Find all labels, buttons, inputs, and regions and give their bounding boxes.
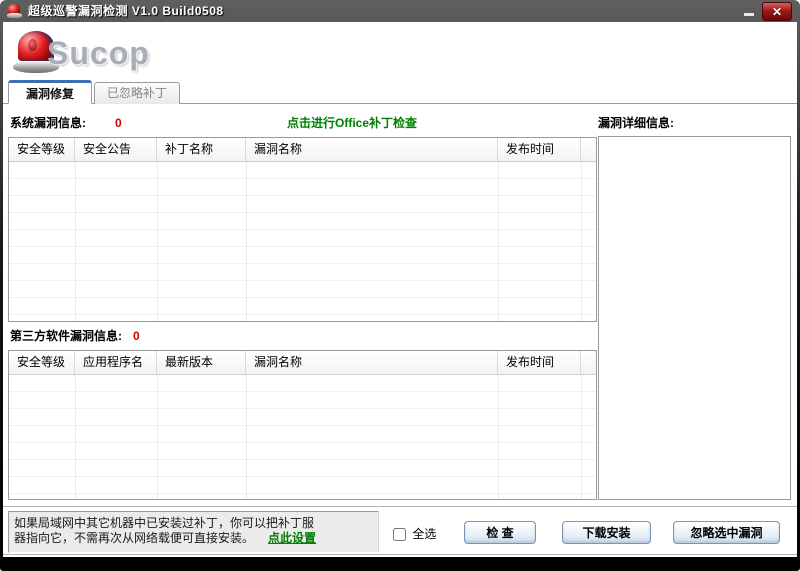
system-vuln-count: 0: [115, 114, 122, 132]
office-check-link[interactable]: 点击进行Office补丁检查: [287, 114, 417, 132]
vuln-detail-panel[interactable]: [598, 136, 791, 500]
select-all-control[interactable]: 全选: [393, 525, 436, 539]
brand-text: Sucop: [47, 35, 150, 72]
column-header-vuln-name[interactable]: 漏洞名称: [246, 351, 498, 374]
vuln-detail-label: 漏洞详细信息:: [598, 114, 674, 132]
ignore-selected-button[interactable]: 忽略选中漏洞: [673, 521, 780, 544]
thirdparty-table-header[interactable]: 安全等级 应用程序名 最新版本 漏洞名称 发布时间: [9, 351, 596, 375]
siren-app-icon: [7, 4, 22, 18]
select-all-label: 全选: [412, 527, 436, 541]
tab-vulnerability-fix[interactable]: 漏洞修复: [8, 80, 92, 104]
window-title: 超级巡警漏洞检测 V1.0 Build0508: [28, 0, 224, 22]
minimize-icon: [744, 13, 754, 16]
column-header-security-level[interactable]: 安全等级: [9, 351, 75, 374]
column-header-security-level[interactable]: 安全等级: [9, 138, 75, 161]
column-header-patch-name[interactable]: 补丁名称: [157, 138, 246, 161]
check-button[interactable]: 检 查: [464, 521, 536, 544]
download-install-button[interactable]: 下载安装: [562, 521, 651, 544]
column-header-app-name[interactable]: 应用程序名: [75, 351, 157, 374]
bottom-separator-top: [3, 506, 797, 507]
column-header-publish-date[interactable]: 发布时间: [498, 138, 581, 161]
column-header-vuln-name[interactable]: 漏洞名称: [246, 138, 498, 161]
column-header-security-bulletin[interactable]: 安全公告: [75, 138, 157, 161]
lan-patch-notice: 如果局域网中其它机器中已安装过补丁，你可以把补丁服 器指向它，不需再次从网络载便…: [8, 511, 379, 553]
thirdparty-vuln-count: 0: [133, 327, 140, 345]
titlebar[interactable]: 超级巡警漏洞检测 V1.0 Build0508 ✕: [0, 0, 800, 22]
select-all-checkbox[interactable]: [393, 528, 406, 541]
content-area: Sucop 漏洞修复 已忽略补丁 系统漏洞信息: 0 点击进行Office补丁检…: [3, 22, 797, 557]
system-vuln-label: 系统漏洞信息:: [10, 114, 86, 132]
notice-line1: 如果局域网中其它机器中已安装过补丁，你可以把补丁服: [14, 516, 314, 530]
notice-line2: 器指向它，不需再次从网络载便可直接安装。: [14, 531, 254, 545]
system-table-body[interactable]: [9, 162, 596, 321]
thirdparty-vuln-table[interactable]: 安全等级 应用程序名 最新版本 漏洞名称 发布时间: [8, 350, 597, 500]
minimize-button[interactable]: [742, 6, 756, 18]
settings-link[interactable]: 点此设置: [268, 531, 316, 545]
thirdparty-table-body[interactable]: [9, 375, 596, 499]
column-header-latest-version[interactable]: 最新版本: [157, 351, 246, 374]
tab-bar: 漏洞修复 已忽略补丁: [3, 80, 797, 104]
logo: Sucop: [11, 29, 231, 79]
column-header-publish-date[interactable]: 发布时间: [498, 351, 581, 374]
bottom-separator-bottom: [3, 554, 797, 555]
thirdparty-vuln-label: 第三方软件漏洞信息:: [10, 327, 122, 345]
system-table-header[interactable]: 安全等级 安全公告 补丁名称 漏洞名称 发布时间: [9, 138, 596, 162]
tab-ignored-patches[interactable]: 已忽略补丁: [94, 82, 180, 104]
app-window: 超级巡警漏洞检测 V1.0 Build0508 ✕ Sucop 漏洞修复 已忽略…: [0, 0, 800, 571]
close-icon: ✕: [772, 5, 782, 19]
system-vuln-table[interactable]: 安全等级 安全公告 补丁名称 漏洞名称 发布时间: [8, 137, 597, 322]
close-button[interactable]: ✕: [762, 2, 792, 21]
